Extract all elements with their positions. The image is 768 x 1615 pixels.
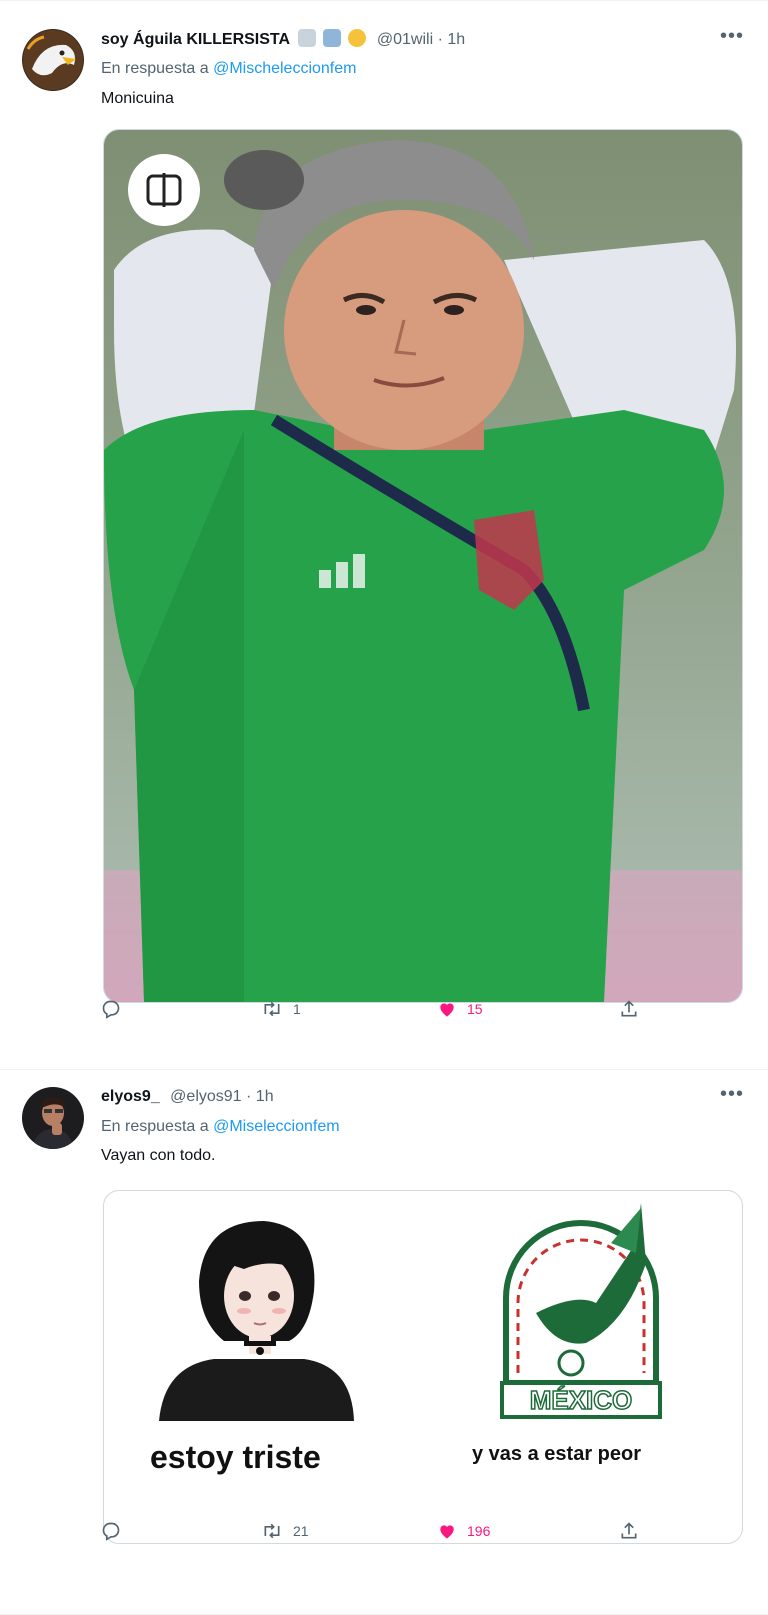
like-count: 15: [467, 1001, 483, 1017]
tweet-photo[interactable]: [103, 129, 743, 1003]
retweet-count: 21: [293, 1523, 309, 1539]
reply-icon: [102, 1000, 120, 1019]
retweet-count: 1: [293, 1001, 301, 1017]
reply-button[interactable]: [101, 1521, 131, 1541]
share-button[interactable]: [619, 999, 639, 1019]
reply-icon: [102, 1522, 120, 1541]
alt-layout-icon[interactable]: [128, 154, 200, 226]
reply-mention-link[interactable]: @Mischeleccionfem: [213, 60, 356, 77]
heart-icon: [440, 1003, 454, 1017]
tweet[interactable]: soy Águila KILLERSISTA @01wili · 1h ••• …: [0, 0, 768, 1070]
reply-button[interactable]: [101, 999, 131, 1019]
tweet-photo[interactable]: estoy triste MÉXICO y vas a estar peor: [103, 1190, 743, 1544]
laptop-emoji-icon: [297, 29, 316, 47]
meme-left-caption: estoy triste: [150, 1439, 321, 1475]
crest-text: MÉXICO: [530, 1385, 633, 1415]
handle[interactable]: @elyos91: [170, 1088, 241, 1105]
timestamp[interactable]: 1h: [447, 31, 465, 48]
person-emoji-icon: [322, 29, 341, 47]
handle[interactable]: @01wili: [377, 31, 433, 48]
retweet-button[interactable]: 1: [261, 999, 301, 1019]
reply-prefix: En respuesta a: [101, 60, 209, 77]
heart-icon: [440, 1525, 454, 1539]
like-count: 196: [467, 1523, 491, 1539]
retweet-icon: [264, 1523, 280, 1539]
tweet-text: Monicuina: [101, 90, 174, 107]
retweet-button[interactable]: 21: [261, 1521, 309, 1541]
action-bar: 1 15: [101, 999, 661, 1023]
reply-context: En respuesta a @Miseleccionfem: [101, 1117, 340, 1137]
display-name[interactable]: soy Águila KILLERSISTA: [101, 31, 290, 48]
display-name[interactable]: elyos9_: [101, 1088, 160, 1105]
tweet-header: elyos9_ @elyos91 · 1h: [101, 1087, 274, 1107]
avatar[interactable]: [22, 29, 84, 91]
tweet-text: Vayan con todo.: [101, 1147, 216, 1164]
tweet[interactable]: elyos9_ @elyos91 · 1h ••• En respuesta a…: [0, 1069, 768, 1615]
reply-mention-link[interactable]: @Miseleccionfem: [213, 1118, 340, 1135]
share-icon: [621, 1000, 637, 1017]
like-button[interactable]: 196: [437, 1521, 490, 1541]
more-options-icon[interactable]: •••: [720, 1083, 744, 1106]
more-options-icon[interactable]: •••: [720, 25, 744, 48]
like-button[interactable]: 15: [437, 999, 483, 1019]
retweet-icon: [264, 1001, 280, 1017]
separator-dot: ·: [437, 31, 443, 48]
separator-dot: ·: [246, 1088, 252, 1105]
share-button[interactable]: [619, 1521, 639, 1541]
reply-prefix: En respuesta a: [101, 1118, 209, 1135]
tweet-header: soy Águila KILLERSISTA @01wili · 1h: [101, 29, 465, 50]
share-icon: [621, 1522, 637, 1539]
avatar[interactable]: [22, 1087, 84, 1149]
timestamp[interactable]: 1h: [256, 1088, 274, 1105]
laughing-emoji-icon: [348, 29, 367, 47]
reply-context: En respuesta a @Mischeleccionfem: [101, 59, 356, 79]
action-bar: 21 196: [101, 1521, 661, 1545]
mexico-crest-logo: MÉXICO: [496, 1203, 666, 1421]
meme-right-caption: y vas a estar peor: [472, 1443, 641, 1465]
